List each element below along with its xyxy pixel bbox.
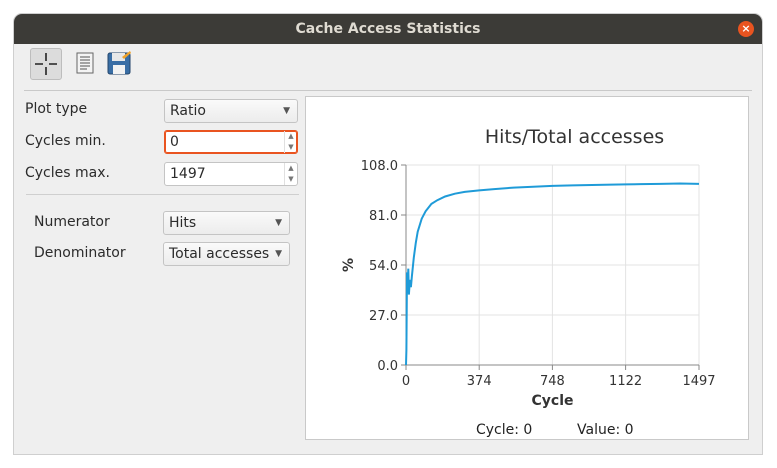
window-title: Cache Access Statistics [295,21,481,37]
cycle-readout: Cycle: 0 [476,422,533,438]
x-tick-label: 0 [402,374,410,389]
numerator-label: Numerator [34,214,110,230]
denominator-value: Total accesses [169,246,270,262]
cycles-max-label: Cycles max. [25,165,110,181]
spin-arrows-icon[interactable]: ▲ ▼ [284,163,297,185]
chevron-down-icon: ▼ [275,249,282,259]
x-axis-label: Cycle [532,393,574,409]
denominator-dropdown[interactable]: Total accesses ▼ [163,242,290,266]
toolbar [14,44,762,84]
y-tick-label: 27.0 [369,309,398,324]
cycles-min-spinbox[interactable]: 0 ▲ ▼ [164,130,298,154]
spin-arrows-icon[interactable]: ▲ ▼ [284,131,297,153]
chart-panel[interactable]: Hits/Total accesses 0.0 27.0 54.0 81.0 108.0 0… [305,96,749,440]
cycles-min-value: 0 [170,134,179,150]
form-separator [26,194,299,195]
y-tick-label: 54.0 [369,259,398,274]
y-tick-label: 108.0 [361,159,398,174]
x-tick-label: 1122 [609,374,642,389]
save-icon [107,51,131,75]
plot-type-dropdown[interactable]: Ratio ▼ [164,99,298,123]
x-tick-label: 1497 [682,374,715,389]
cycles-min-label: Cycles min. [25,133,106,149]
cycles-max-spinbox[interactable]: 1497 ▲ ▼ [164,162,298,186]
close-button[interactable]: × [738,21,754,37]
chart-title: Hits/Total accesses [485,126,664,148]
numerator-dropdown[interactable]: Hits ▼ [163,211,290,235]
toolbar-separator [24,90,752,91]
crosshair-tool-button[interactable] [30,48,62,80]
y-tick-label: 81.0 [369,209,398,224]
save-button[interactable] [104,48,134,78]
numerator-value: Hits [169,215,197,231]
x-tick-label: 374 [467,374,492,389]
y-axis-label: % [341,258,357,272]
cache-access-statistics-window: Cache Access Statistics × Plot type Rati… [14,14,762,454]
crosshair-icon [35,53,57,75]
cycles-max-value: 1497 [170,166,206,182]
chevron-down-icon: ▼ [283,106,290,116]
value-readout: Value: 0 [577,422,634,438]
x-tick-label: 748 [540,374,565,389]
chevron-down-icon: ▼ [275,218,282,228]
plot-type-value: Ratio [170,103,206,119]
document-icon [76,52,94,74]
export-text-button[interactable] [70,48,100,78]
window-titlebar: Cache Access Statistics × [14,14,762,44]
plot-type-label: Plot type [25,101,88,117]
chart-svg[interactable]: Hits/Total accesses 0.0 27.0 54.0 81.0 108.0 0… [306,97,748,439]
denominator-label: Denominator [34,245,126,261]
y-tick-label: 0.0 [377,359,398,374]
